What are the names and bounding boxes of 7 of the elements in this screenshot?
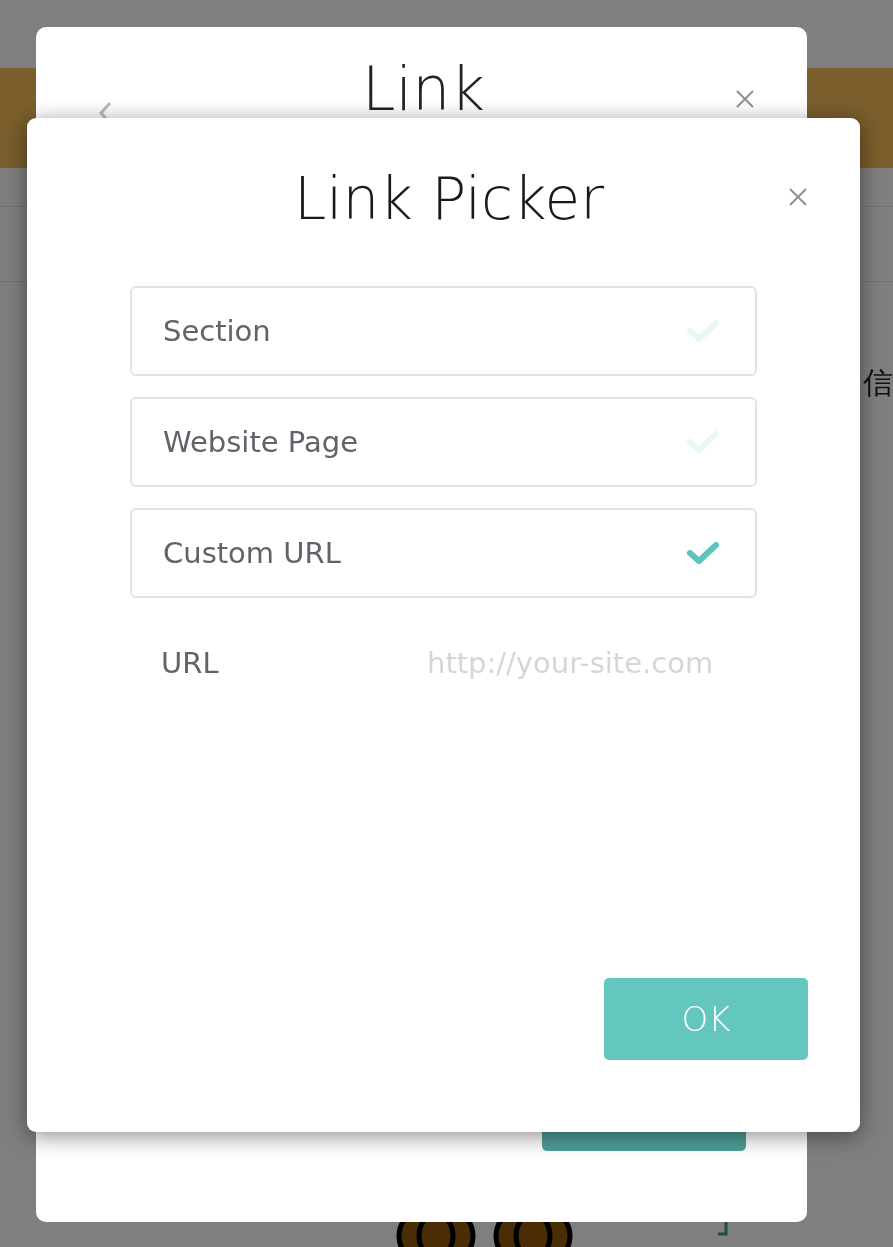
dialog-title: Link [361, 59, 486, 119]
link-option[interactable]: Website Page [130, 397, 757, 487]
link-option[interactable]: Section [130, 286, 757, 376]
dialog-title: Link Picker [293, 164, 605, 235]
field-label: URL [160, 646, 219, 680]
side-text: 信 [863, 368, 893, 398]
link-option[interactable]: Custom URL [130, 508, 757, 598]
